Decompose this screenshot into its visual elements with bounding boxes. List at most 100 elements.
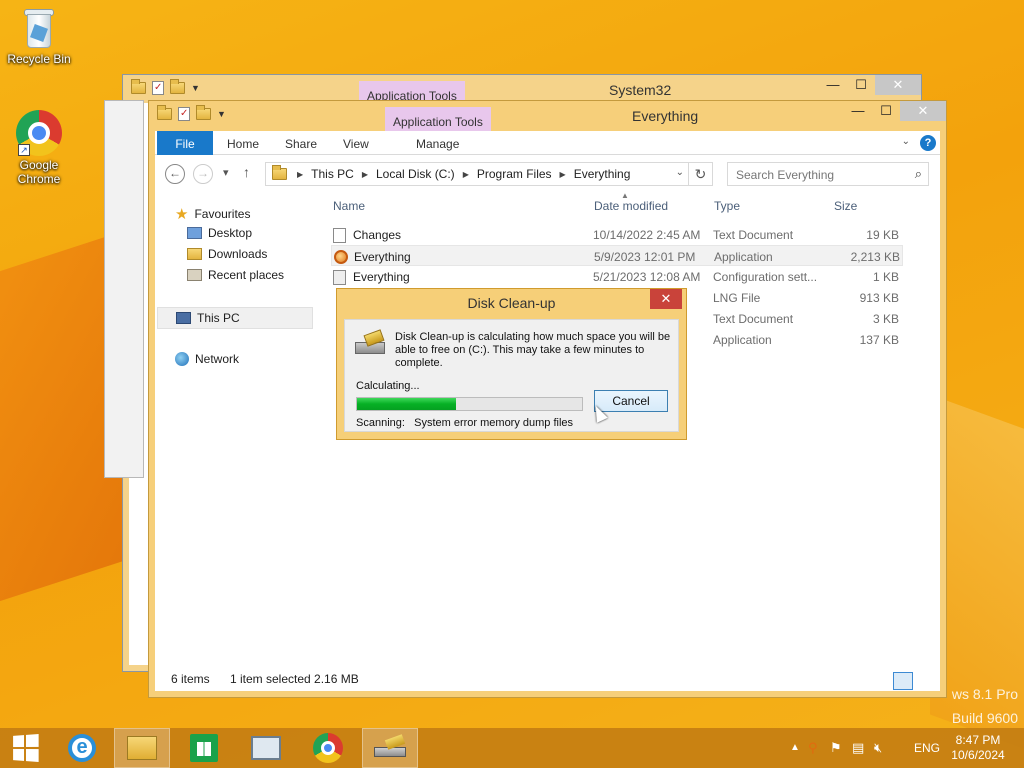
nav-item-label: Desktop <box>208 226 253 240</box>
internet-explorer-icon: e <box>68 734 96 762</box>
help-icon[interactable]: ? <box>920 135 936 151</box>
nav-item-label: Downloads <box>208 247 268 261</box>
up-button[interactable]: ↑ <box>243 164 250 180</box>
column-header-size[interactable]: Size <box>834 199 857 213</box>
nav-item-network[interactable]: Network <box>175 352 239 366</box>
large-icons-view-icon[interactable] <box>917 672 937 690</box>
desktop-icon-recycle-bin[interactable]: Recycle Bin <box>1 6 77 66</box>
dialog-body: Disk Clean-up is calculating how much sp… <box>344 319 679 432</box>
window-title: Everything <box>632 108 699 124</box>
explorer-content: ★ Favourites Desktop Downloads Recent pl… <box>155 191 940 691</box>
file-size: 137 KB <box>859 333 899 347</box>
nav-item-downloads[interactable]: Downloads <box>187 247 267 261</box>
windows-watermark-line1: ws 8.1 Pro <box>951 686 1018 702</box>
column-header-date-modified[interactable]: Date modified <box>594 199 668 213</box>
taskbar-disk-cleanup[interactable] <box>362 728 418 768</box>
minimize-button[interactable]: — <box>844 101 872 121</box>
file-type: Text Document <box>713 312 794 326</box>
clock[interactable]: 8:47 PM 10/6/2024 <box>948 733 1008 763</box>
breadcrumb-program-files[interactable]: Program Files <box>477 167 552 181</box>
file-date: 5/9/2023 12:01 PM <box>594 250 696 264</box>
recent-places-icon <box>187 269 202 281</box>
file-size: 19 KB <box>866 228 899 242</box>
tab-home[interactable]: Home <box>227 131 259 155</box>
volume-muted-icon[interactable]: 🔇︎ <box>874 740 882 756</box>
tab-view[interactable]: View <box>343 131 369 155</box>
minimize-button[interactable]: — <box>819 75 847 95</box>
maximize-button[interactable]: ☐ <box>872 101 900 121</box>
expand-ribbon-icon[interactable]: ⌄ <box>902 136 910 147</box>
dialog-close-button[interactable]: ✕ <box>650 289 682 309</box>
back-button[interactable]: ← <box>165 164 185 184</box>
taskbar-file-explorer[interactable] <box>114 728 170 768</box>
windows-logo-icon <box>13 734 39 762</box>
desktop-icon-label: Google Chrome <box>17 158 61 186</box>
network-icon[interactable]: ▤ <box>852 740 864 756</box>
start-button[interactable] <box>0 728 50 768</box>
taskbar-internet-explorer[interactable]: e <box>54 728 110 768</box>
system-tray: ▲ ⚲ ⚑ ▤ 🔇︎ ENG 8:47 PM 10/6/2024 <box>784 728 1024 768</box>
file-size: 3 KB <box>872 312 899 326</box>
disk-cleanup-dialog[interactable]: Disk Clean-up ✕ Disk Clean-up is calcula… <box>336 288 687 440</box>
breadcrumb-this-pc[interactable]: This PC <box>311 167 354 181</box>
tab-share[interactable]: Share <box>285 131 317 155</box>
recent-locations-icon[interactable]: ▾ <box>223 166 229 179</box>
cancel-button[interactable]: Cancel <box>594 390 668 412</box>
breadcrumb-everything[interactable]: Everything <box>574 167 631 181</box>
breadcrumb-separator-icon[interactable]: ▶ <box>362 170 368 179</box>
file-type: Application <box>713 333 772 347</box>
nav-item-desktop[interactable]: Desktop <box>187 226 252 240</box>
desktop-icon-google-chrome[interactable]: ↗ Google Chrome <box>1 110 77 186</box>
column-header-type[interactable]: Type <box>714 199 740 213</box>
file-row[interactable]: Changes 10/14/2022 2:45 AM Text Document… <box>331 224 903 245</box>
downloads-icon <box>187 248 202 260</box>
details-view-icon[interactable] <box>893 672 913 690</box>
action-center-flag-icon[interactable]: ⚑ <box>830 740 842 756</box>
file-row[interactable]: Everything 5/21/2023 12:08 AM Configurat… <box>331 266 903 287</box>
refresh-button[interactable]: ↻ <box>689 162 713 186</box>
breadcrumb-local-disk[interactable]: Local Disk (C:) <box>376 167 455 181</box>
column-header-name[interactable]: Name <box>333 199 365 213</box>
taskbar-google-chrome[interactable] <box>300 728 356 768</box>
tab-file[interactable]: File <box>157 131 213 155</box>
text-file-icon <box>333 228 346 243</box>
maximize-button[interactable]: ☐ <box>847 75 875 95</box>
navigation-bar: ← → ▾ ↑ ▶ This PC ▶ Local Disk (C:) ▶ Pr… <box>155 155 940 191</box>
taskbar-resource-monitor[interactable] <box>238 728 294 768</box>
tab-manage[interactable]: Manage <box>416 131 459 155</box>
breadcrumb-separator-icon[interactable]: ▶ <box>463 170 469 179</box>
everything-tray-icon[interactable]: ⚲ <box>808 740 818 756</box>
show-hidden-icons-icon[interactable]: ▲ <box>790 742 800 753</box>
forward-button[interactable]: → <box>193 164 213 184</box>
close-button[interactable]: ✕ <box>900 101 946 121</box>
background-window[interactable] <box>104 100 144 478</box>
nav-item-label: Recent places <box>208 268 285 282</box>
taskbar-store[interactable] <box>176 728 232 768</box>
search-input[interactable]: Search Everything ⌕ <box>727 162 929 186</box>
nav-item-favourites[interactable]: ★ Favourites <box>175 205 250 223</box>
progress-bar <box>356 397 583 411</box>
file-date: 10/14/2022 2:45 AM <box>593 228 701 242</box>
search-icon: ⌕ <box>914 166 922 181</box>
chrome-icon: ↗ <box>16 110 62 156</box>
breadcrumb-separator-icon[interactable]: ▶ <box>297 170 303 179</box>
disk-cleanup-icon <box>374 734 406 759</box>
search-placeholder: Search Everything <box>736 168 835 182</box>
nav-item-recent-places[interactable]: Recent places <box>187 268 284 282</box>
nav-item-this-pc[interactable]: This PC <box>157 307 313 329</box>
input-language[interactable]: ENG <box>914 741 940 755</box>
file-size: 2,213 KB <box>850 250 900 264</box>
clock-time: 8:47 PM <box>955 733 1001 747</box>
address-dropdown-icon[interactable]: ⌄ <box>676 167 684 178</box>
address-bar[interactable]: ▶ This PC ▶ Local Disk (C:) ▶ Program Fi… <box>265 162 689 186</box>
status-item-count: 6 items <box>171 672 210 686</box>
close-button[interactable]: ✕ <box>875 75 921 95</box>
clock-date: 10/6/2024 <box>951 748 1005 762</box>
status-bar: 6 items 1 item selected 2.16 MB <box>155 667 940 691</box>
everything-app-icon <box>334 250 348 264</box>
file-type: Application <box>714 250 773 264</box>
file-row-selected[interactable]: Everything 5/9/2023 12:01 PM Application… <box>331 245 903 266</box>
desktop-icon-label: Recycle Bin <box>7 52 71 66</box>
breadcrumb-separator-icon[interactable]: ▶ <box>560 170 566 179</box>
taskbar: e ▲ ⚲ ⚑ ▤ 🔇︎ ENG 8:47 PM 10/6/2024 <box>0 728 1024 768</box>
